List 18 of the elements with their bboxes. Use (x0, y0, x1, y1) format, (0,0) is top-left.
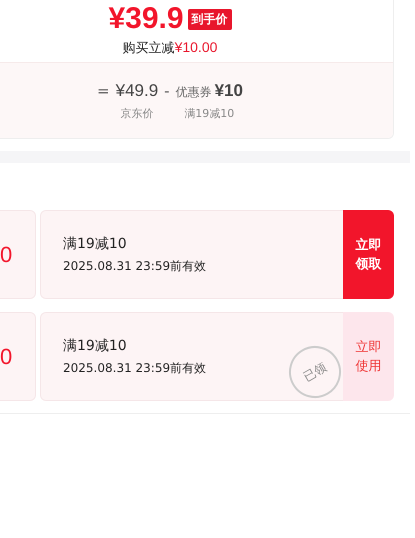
price-value: ¥49.9 (116, 80, 158, 102)
price-tag: 到手价 (188, 8, 232, 30)
coupon-amount: 0 (0, 344, 12, 370)
coupon-caption: 满19减10 (184, 106, 234, 121)
coupon-validity: 2025.08.31 23:59前有效 (63, 258, 206, 275)
coupon-title: 满19减10 (63, 337, 128, 356)
coupon-value: ¥10 (214, 80, 243, 102)
operator: - (164, 81, 170, 102)
operator: = (97, 81, 110, 102)
price: ¥39.9 (108, 2, 184, 36)
coupon-title: 满19减10 (63, 235, 128, 254)
coupon-amount: 0 (0, 242, 12, 268)
use-button[interactable]: 立即使用 (343, 312, 394, 401)
discount-text: 购买立减¥10.00 (122, 38, 218, 58)
claim-button[interactable]: 立即领取 (343, 210, 394, 299)
coupon-label: 优惠券 (176, 84, 212, 101)
coupon-validity: 2025.08.31 23:59前有效 (63, 360, 206, 377)
price-caption: 京东价 (120, 106, 154, 121)
